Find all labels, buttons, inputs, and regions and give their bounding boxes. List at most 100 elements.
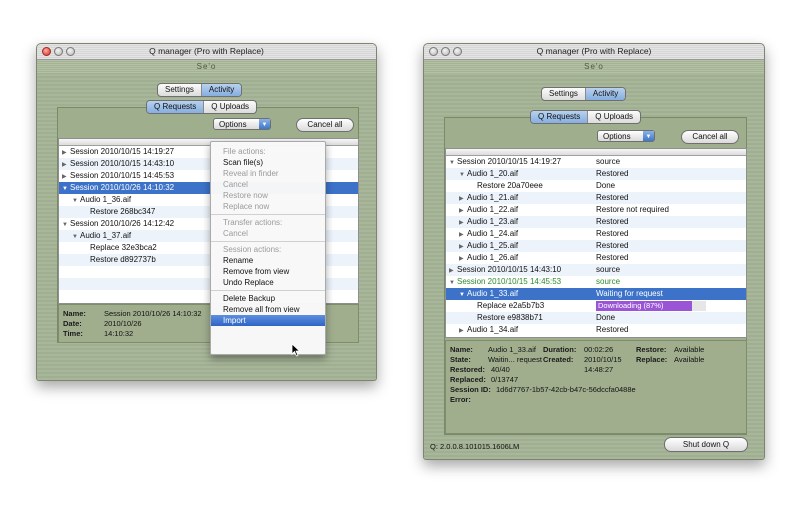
zoom-button[interactable]	[66, 47, 75, 56]
tab-settings[interactable]: Settings	[158, 84, 202, 96]
table-row[interactable]: ▶ Audio 1_24.aif Restored	[446, 228, 746, 240]
menu-scan-files[interactable]: Scan file(s)	[211, 157, 325, 168]
table-row[interactable]: Restore e9838b71 Done	[446, 312, 746, 324]
table-row[interactable]: ▶ Audio 1_34.aif Restored	[446, 324, 746, 336]
error-key: Error:	[450, 395, 471, 404]
row-text: Session 2010/10/15 14:43:10	[70, 159, 175, 168]
duration-value: 00:02:26	[584, 345, 614, 354]
cancel-all-button[interactable]: Cancel all	[296, 118, 354, 132]
minimize-button[interactable]	[54, 47, 63, 56]
options-popup[interactable]: Options ▼	[597, 130, 655, 142]
download-progress-bar: Downloading (87%)	[596, 301, 706, 311]
tab-q-uploads[interactable]: Q Uploads	[204, 101, 256, 113]
right-window: Q manager (Pro with Replace) Se'o Settin…	[423, 43, 765, 460]
row-status: source	[596, 157, 621, 166]
menu-undo-replace[interactable]: Undo Replace	[211, 277, 325, 288]
menu-header-transfer: Transfer actions:	[223, 218, 283, 227]
table-row[interactable]: ▶ Audio 1_26.aif Restored	[446, 252, 746, 264]
table-row[interactable]: ▼ Audio 1_33.aif Waiting for request	[446, 288, 746, 300]
table-row[interactable]: ▶ Audio 1_23.aif Restored	[446, 216, 746, 228]
table-row[interactable]: ▼ Audio 1_20.aif Restored	[446, 168, 746, 180]
chevron-down-icon: ▼	[643, 131, 654, 141]
table-row[interactable]: ▶ Audio 1_25.aif Restored	[446, 240, 746, 252]
menu-header-file: File actions:	[223, 147, 266, 156]
row-text: Replace 32e3bca2	[90, 243, 157, 252]
row-status: Restored	[596, 241, 629, 250]
table-row[interactable]: Restore 20a70eee Done	[446, 180, 746, 192]
name-key: Name:	[63, 309, 86, 318]
zoom-button[interactable]	[453, 47, 462, 56]
restore-key: Restore:	[636, 345, 667, 354]
window-title: Q manager (Pro with Replace)	[536, 46, 652, 56]
session-id-value: 1d6d7767-1b57-42cb-b47c-56dccfa0488e	[496, 385, 636, 394]
row-name: Audio 1_20.aif	[467, 169, 519, 178]
brand-bar: Se'o	[424, 60, 764, 73]
row-label: Restore 20a70eee	[469, 180, 543, 192]
name-key: Name:	[450, 345, 473, 354]
state-key: State:	[450, 355, 471, 364]
table-row[interactable]: ▶ Session 2010/10/15 14:43:10 source	[446, 264, 746, 276]
row-label: Restore 268bc347	[82, 206, 155, 218]
table-row[interactable]: ▼ Session 2010/10/15 14:45:53 source	[446, 276, 746, 288]
menu-import[interactable]: Import	[211, 315, 325, 326]
created-value: 2010/10/15	[584, 355, 622, 364]
menu-reveal-in-finder[interactable]: Reveal in finder	[211, 168, 325, 179]
tab-activity[interactable]: Activity	[585, 88, 626, 100]
shut-down-q-button[interactable]: Shut down Q	[664, 437, 748, 452]
row-name: Session 2010/10/15 14:45:53	[457, 277, 562, 286]
menu-restore-now[interactable]: Restore now	[211, 190, 325, 201]
progress-label: Downloading (87%)	[598, 301, 664, 310]
menu-remove-all[interactable]: Remove all from view	[211, 304, 325, 315]
row-label: Restore e9838b71	[469, 312, 543, 324]
row-status: Restored	[596, 253, 629, 262]
tab-q-requests[interactable]: Q Requests	[531, 111, 589, 123]
brand-logo: Se'o	[584, 62, 604, 71]
row-text: Restore 268bc347	[90, 207, 156, 216]
window-title: Q manager (Pro with Replace)	[149, 46, 264, 56]
date-value: 2010/10/26	[104, 319, 142, 328]
row-status: Restored	[596, 229, 629, 238]
row-text: Session 2010/10/26 14:10:32	[70, 183, 175, 192]
row-name: Audio 1_22.aif	[467, 205, 519, 214]
row-name: Session 2010/10/15 14:43:10	[457, 265, 562, 274]
options-menu: File actions: Scan file(s) Reveal in fin…	[210, 141, 326, 355]
menu-delete-backup[interactable]: Delete Backup	[211, 293, 325, 304]
tab-activity[interactable]: Activity	[201, 84, 242, 96]
row-text: Session 2010/10/26 14:12:42	[70, 219, 175, 228]
row-label: Restore d892737b	[82, 254, 156, 266]
disclosure-closed-icon[interactable]: ▶	[459, 325, 467, 337]
info-panel: Name: Audio 1_33.aif Duration: 00:02:26 …	[445, 340, 747, 434]
brand-bar: Se'o	[37, 60, 376, 73]
tab-q-requests[interactable]: Q Requests	[147, 101, 205, 113]
options-label: Options	[603, 132, 631, 141]
row-name: Audio 1_24.aif	[467, 229, 519, 238]
menu-transfer-cancel[interactable]: Cancel	[211, 228, 325, 239]
row-status: source	[596, 265, 621, 274]
menu-cancel[interactable]: Cancel	[211, 179, 325, 190]
queue-tabs: Q Requests Q Uploads	[530, 110, 642, 124]
options-popup[interactable]: Options ▼	[213, 118, 271, 130]
table-row[interactable]: Replace e2a5b7b3 Downloading (87%)	[446, 300, 746, 312]
table-row[interactable]: ▶ Audio 1_22.aif Restore not required	[446, 204, 746, 216]
table-row[interactable]: ▶ Audio 1_21.aif Restored	[446, 192, 746, 204]
replaced-key: Replaced:	[450, 375, 486, 384]
menu-replace-now[interactable]: Replace now	[211, 201, 325, 212]
close-button[interactable]	[429, 47, 438, 56]
close-button[interactable]	[42, 47, 51, 56]
tab-q-uploads[interactable]: Q Uploads	[588, 111, 640, 123]
row-name: Audio 1_25.aif	[467, 241, 519, 250]
table-row[interactable]: ▼ Session 2010/10/15 14:19:27 source	[446, 156, 746, 168]
restore-value: Available	[674, 345, 705, 354]
main-tabs: Settings Activity	[157, 83, 243, 97]
menu-remove-from-view[interactable]: Remove from view	[211, 266, 325, 277]
created-key: Created:	[543, 355, 574, 364]
replace-value: Available	[674, 355, 705, 364]
row-name: Audio 1_26.aif	[467, 253, 519, 262]
minimize-button[interactable]	[441, 47, 450, 56]
tab-settings[interactable]: Settings	[542, 88, 586, 100]
menu-separator	[211, 241, 325, 242]
cancel-all-button[interactable]: Cancel all	[681, 130, 739, 144]
menu-rename[interactable]: Rename	[211, 255, 325, 266]
cursor-icon	[291, 343, 301, 357]
row-name: Audio 1_33.aif	[467, 289, 519, 298]
